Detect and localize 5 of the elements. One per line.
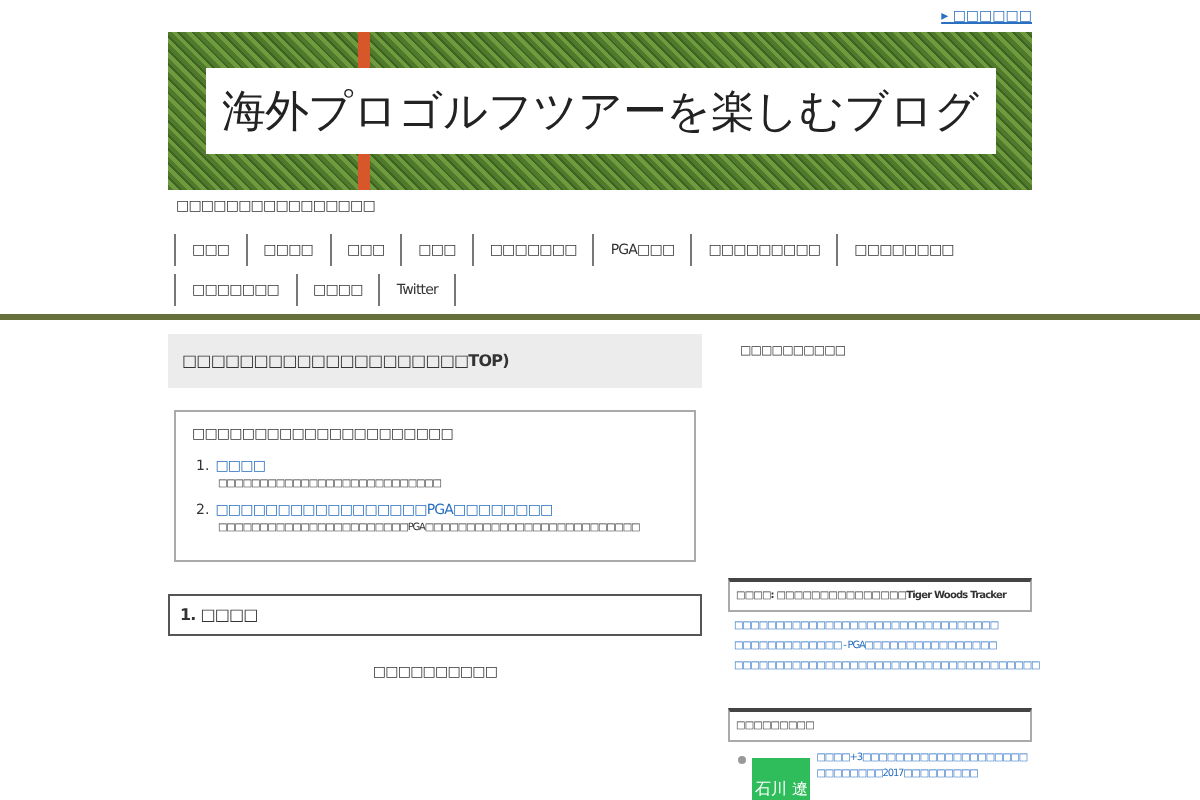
page-title: □□□□□□□□□□□□□□□□□□□□TOP) <box>168 334 702 388</box>
bullet-icon <box>738 756 746 764</box>
site-title: 海外プロゴルフツアーを楽しむブログ <box>205 68 995 154</box>
section-heading: 1. □□□□ <box>168 594 702 636</box>
thumbnail-image: 石川 遼 <box>751 758 811 800</box>
